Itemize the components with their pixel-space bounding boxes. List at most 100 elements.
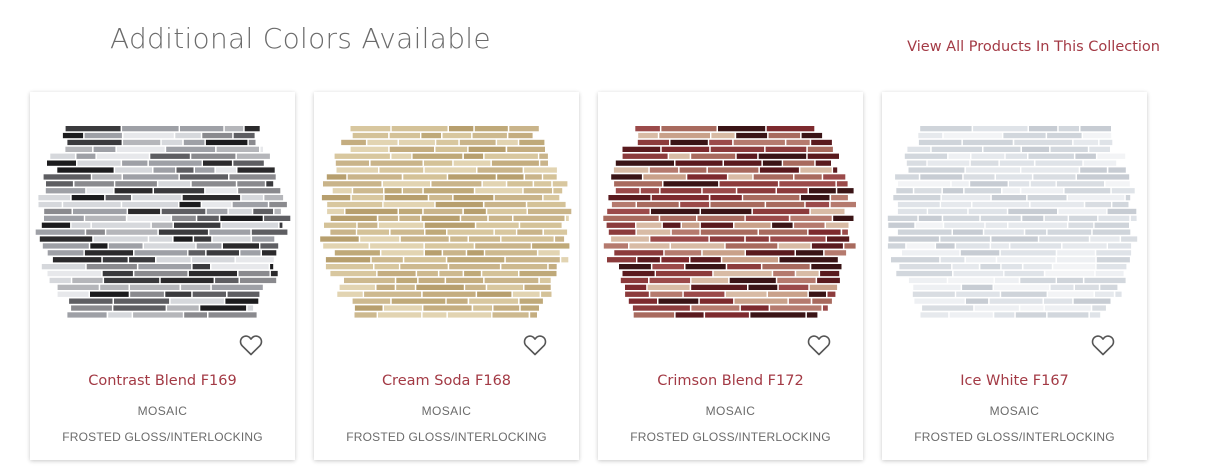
mosaic-tile <box>469 236 501 242</box>
product-name[interactable]: Contrast Blend F169 <box>30 373 295 389</box>
mosaic-tile <box>705 312 749 318</box>
mosaic-tile <box>669 153 690 159</box>
mosaic-tile <box>679 167 707 173</box>
mosaic-tile <box>891 257 940 263</box>
mosaic-tile <box>1008 222 1067 228</box>
mosaic-tile <box>449 264 500 270</box>
mosaic-tile <box>675 160 723 166</box>
mosaic-tile <box>507 181 533 187</box>
mosaic-tile <box>345 208 398 215</box>
mosaic-tile <box>896 270 952 277</box>
mosaic-tile <box>220 215 263 221</box>
mosaic-tile <box>1058 208 1107 215</box>
mosaic-tile <box>39 236 93 242</box>
mosaic-tile <box>52 257 102 263</box>
product-name[interactable]: Crimson Blend F172 <box>598 373 863 389</box>
mosaic-tile <box>332 188 352 194</box>
mosaic-tile <box>811 243 843 249</box>
mosaic-tile <box>773 270 795 277</box>
mosaic-tile <box>963 174 995 180</box>
product-swatch-image[interactable] <box>30 92 295 337</box>
mosaic-tile <box>1097 153 1126 159</box>
mosaic-tile <box>603 215 659 221</box>
mosaic-tile <box>90 243 108 249</box>
mosaic-tile <box>238 270 270 277</box>
mosaic-tile <box>685 264 726 270</box>
mosaic-tile <box>896 188 913 194</box>
product-name[interactable]: Ice White F167 <box>882 373 1147 389</box>
mosaic-tile <box>729 277 776 284</box>
mosaic-tile <box>57 167 114 173</box>
mosaic-tile <box>96 153 149 159</box>
mosaic-tile <box>422 312 447 318</box>
mosaic-tile <box>842 229 848 235</box>
mosaic-tile <box>824 250 847 256</box>
mosaic-tile <box>188 250 206 256</box>
mosaic-tile <box>779 181 836 187</box>
mosaic-tile <box>327 208 344 215</box>
mosaic-tile <box>629 243 670 249</box>
mosaic-tile <box>702 188 736 194</box>
mosaic-tile <box>734 222 771 228</box>
mosaic-tile <box>488 215 512 221</box>
mosaic-tile <box>49 277 71 284</box>
mosaic-tile <box>1092 229 1131 235</box>
mosaic-tile <box>671 243 725 249</box>
mosaic-tile <box>1108 167 1126 173</box>
mosaic-tile <box>158 229 208 235</box>
mosaic-tile <box>539 153 548 159</box>
heart-outline-icon[interactable] <box>807 334 831 356</box>
mosaic-tile <box>671 229 700 235</box>
mosaic-tile <box>968 208 1007 215</box>
mosaic-tile <box>475 188 523 194</box>
mosaic-tile <box>122 201 178 208</box>
mosaic-tile <box>71 305 112 311</box>
mosaic-tile <box>412 153 463 159</box>
mosaic-tile <box>252 236 275 242</box>
mosaic-tile <box>161 139 183 146</box>
product-finish: FROSTED GLOSS/INTERLOCKING <box>630 430 831 444</box>
heart-outline-icon[interactable] <box>239 334 263 356</box>
product-card[interactable]: Contrast Blend F169 MOSAIC FROSTED GLOSS… <box>30 92 295 460</box>
product-swatch-image[interactable] <box>314 92 579 337</box>
mosaic-tile <box>897 229 952 235</box>
mosaic-tile <box>390 229 424 235</box>
product-card[interactable]: Cream Soda F168 MOSAIC FROSTED GLOSS/INT… <box>314 92 579 460</box>
mosaic-tile <box>962 284 993 290</box>
product-name[interactable]: Cream Soda F168 <box>314 373 579 389</box>
mosaic-tile <box>524 167 557 173</box>
mosaic-tile <box>108 243 143 249</box>
product-swatch-image[interactable] <box>882 92 1147 337</box>
mosaic-tile <box>424 243 474 249</box>
mosaic-tile <box>1001 291 1047 297</box>
mosaic-tile <box>951 181 969 187</box>
mosaic-tile <box>44 208 72 215</box>
mosaic-tile <box>354 312 377 318</box>
heart-outline-icon[interactable] <box>523 334 547 356</box>
mosaic-tile <box>172 215 196 221</box>
product-swatch-image[interactable] <box>598 92 863 337</box>
mosaic-tile <box>790 215 832 221</box>
view-all-products-link[interactable]: View All Products In This Collection <box>907 39 1160 55</box>
mosaic-tile <box>335 160 369 166</box>
mosaic-tile <box>170 298 224 304</box>
mosaic-tile <box>778 284 809 290</box>
mosaic-tile <box>544 229 568 235</box>
mosaic-tile <box>130 284 180 290</box>
mosaic-tile <box>812 298 832 304</box>
mosaic-tile <box>353 188 383 194</box>
mosaic-tile <box>806 312 818 318</box>
mosaic-tile <box>1005 153 1027 159</box>
mosaic-tile <box>724 160 762 166</box>
mosaic-tile <box>374 264 399 270</box>
mosaic-tile <box>914 188 942 194</box>
mosaic-tile <box>997 257 1056 263</box>
mosaic-tile <box>523 188 552 194</box>
mosaic-tile <box>336 167 378 173</box>
mosaic-tile <box>132 195 182 201</box>
mosaic-tile <box>807 146 833 152</box>
product-card[interactable]: Ice White F167 MOSAIC FROSTED GLOSS/INTE… <box>882 92 1147 460</box>
heart-outline-icon[interactable] <box>1091 334 1115 356</box>
mosaic-tile <box>614 181 662 187</box>
product-card[interactable]: Crimson Blend F172 MOSAIC FROSTED GLOSS/… <box>598 92 863 460</box>
